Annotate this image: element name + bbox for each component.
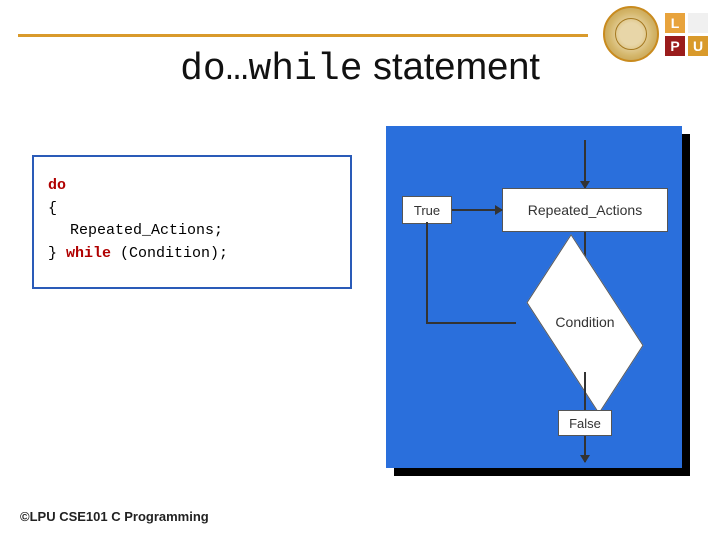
keyword-do: do <box>48 177 66 194</box>
flow-condition-label: Condition <box>520 314 650 330</box>
loop-line-horizontal-icon <box>426 322 516 324</box>
logo-block-l: L <box>665 13 685 33</box>
code-line-3: Repeated_Actions; <box>48 220 336 243</box>
title-keyword: do…while <box>180 48 362 91</box>
code-example-box: do { Repeated_Actions; } while (Conditio… <box>32 155 352 289</box>
flow-true-label: True <box>402 196 452 224</box>
code-line-1: do <box>48 175 336 198</box>
logo-block-blank <box>688 13 708 33</box>
keyword-while: while <box>66 245 111 262</box>
brace-close: } <box>48 245 66 262</box>
code-line-4: } while (Condition); <box>48 243 336 266</box>
slide-title: do…while statement <box>0 46 720 91</box>
while-condition: (Condition); <box>111 245 228 262</box>
footer-copyright: ©LPU CSE101 C Programming <box>20 509 209 524</box>
flow-false-label: False <box>558 410 612 436</box>
loop-line-vertical-icon <box>426 222 428 324</box>
flowchart-panel: True Repeated_Actions Condition False <box>386 126 682 468</box>
loop-arrow-back-icon <box>452 209 502 211</box>
code-line-2: { <box>48 198 336 221</box>
arrow-entry-icon <box>584 140 586 188</box>
title-rest: statement <box>363 46 540 88</box>
header-divider <box>18 34 588 37</box>
flow-process-box: Repeated_Actions <box>502 188 668 232</box>
